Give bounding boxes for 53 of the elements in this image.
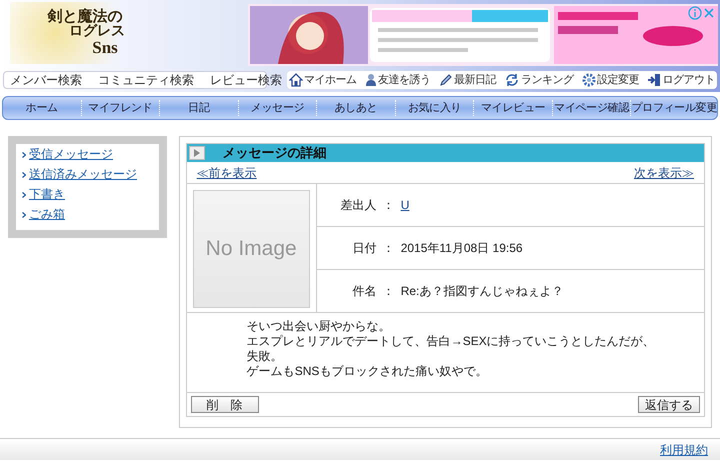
header-link[interactable]: ランキング bbox=[504, 72, 574, 88]
next-link[interactable]: 次を表示≫ bbox=[634, 164, 694, 182]
separator: ： bbox=[382, 240, 395, 257]
nav-item[interactable]: マイページ確認 bbox=[552, 100, 630, 116]
message-text: エスプレとリアルでデートして、告白→SEXに持っていこうとしたんだが、失敗。 bbox=[246, 334, 656, 364]
panel-title: メッセージの詳細 bbox=[222, 144, 327, 162]
header-link[interactable]: ログアウト bbox=[647, 72, 715, 88]
sidebar-link[interactable]: 送信済みメッセージ bbox=[29, 167, 137, 182]
field-value: Re:あ？指図すんじゃねぇよ？ bbox=[400, 283, 564, 300]
nav-item[interactable]: あしあと bbox=[316, 100, 395, 116]
separator: ： bbox=[382, 283, 395, 300]
nav-item[interactable]: お気に入り bbox=[394, 100, 474, 116]
sidebar-link[interactable]: ごみ箱 bbox=[29, 207, 65, 222]
settings-icon bbox=[582, 73, 596, 87]
prev-link[interactable]: ≪前を表示 bbox=[196, 164, 257, 182]
chevron-icon bbox=[22, 172, 26, 178]
nav-item[interactable]: ホーム bbox=[3, 100, 81, 116]
logo-text: 剣と魔法の bbox=[48, 10, 122, 25]
arrows-icon bbox=[504, 73, 520, 87]
field-label: 件名 bbox=[352, 283, 377, 300]
profile-image: No Image bbox=[192, 190, 310, 308]
nav-item[interactable]: 日記 bbox=[159, 100, 238, 116]
close-icon[interactable] bbox=[702, 6, 716, 20]
field-label: 日付 bbox=[352, 240, 377, 257]
header-link[interactable]: 最新日記 bbox=[438, 72, 496, 88]
message-text: そいつ出会い厨やからな。 bbox=[246, 319, 392, 334]
chevron-icon bbox=[22, 192, 26, 198]
terms-link[interactable]: 利用規約 bbox=[660, 440, 708, 458]
sidebar-link[interactable]: 受信メッセージ bbox=[29, 147, 113, 162]
chevron-icon bbox=[22, 212, 26, 218]
logout-icon bbox=[647, 73, 662, 87]
logo-text: ログレス bbox=[69, 25, 125, 39]
header-link[interactable]: 設定変更 bbox=[582, 72, 640, 88]
delete-button[interactable]: 削 除 bbox=[190, 396, 259, 413]
header-link[interactable]: マイホーム bbox=[289, 72, 356, 88]
pencil-icon bbox=[438, 73, 453, 87]
field-value: 2015年11月08日 19:56 bbox=[400, 240, 523, 257]
person-icon bbox=[364, 73, 377, 87]
nav-item[interactable]: メッセージ bbox=[238, 100, 316, 116]
separator: ： bbox=[382, 197, 395, 214]
nav-item[interactable]: プロフィール変更 bbox=[630, 100, 717, 116]
nav-item[interactable]: マイレビュー bbox=[473, 100, 552, 116]
header-link[interactable]: 友達を誘う bbox=[364, 72, 430, 88]
logo-text: Sns bbox=[92, 39, 118, 56]
message-text: ゲームもSNSもブロックされた痛い奴やで。 bbox=[246, 364, 488, 379]
info-icon[interactable] bbox=[688, 6, 702, 20]
nav-item[interactable]: マイフレンド bbox=[80, 100, 160, 116]
field-label: 差出人 bbox=[340, 197, 377, 214]
reply-button[interactable]: 返信する bbox=[638, 396, 700, 413]
sidebar-link[interactable]: 下書き bbox=[29, 187, 65, 202]
sender-link[interactable]: U bbox=[400, 196, 410, 214]
play-icon bbox=[188, 146, 205, 160]
chevron-icon bbox=[22, 152, 26, 158]
